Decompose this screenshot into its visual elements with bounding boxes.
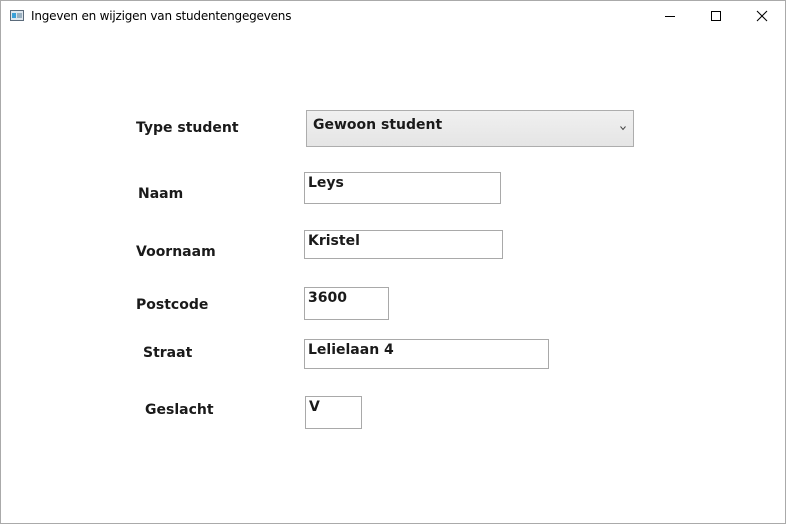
postcode-label: Postcode [136, 297, 209, 313]
voornaam-field[interactable]: Kristel [304, 230, 503, 259]
close-icon [756, 10, 768, 22]
naam-label: Naam [138, 186, 184, 202]
main-window: Ingeven en wijzigen van studentengegeven… [0, 0, 786, 524]
straat-label: Straat [143, 345, 193, 361]
window-title: Ingeven en wijzigen van studentengegeven… [31, 9, 292, 23]
maximize-icon [711, 11, 721, 21]
type-student-label: Type student [136, 120, 239, 136]
naam-field[interactable]: Leys [304, 172, 501, 204]
minimize-button[interactable] [647, 1, 693, 32]
title-bar[interactable]: Ingeven en wijzigen van studentengegeven… [1, 1, 785, 32]
maximize-button[interactable] [693, 1, 739, 32]
postcode-field[interactable]: 3600 [304, 287, 389, 320]
straat-field[interactable]: Lelielaan 4 [304, 339, 549, 369]
chevron-down-icon [620, 126, 626, 131]
type-student-selected: Gewoon student [313, 117, 443, 133]
app-window-icon[interactable] [10, 10, 24, 21]
type-student-dropdown[interactable]: Gewoon student [306, 110, 634, 147]
voornaam-label: Voornaam [136, 244, 216, 260]
geslacht-label: Geslacht [145, 402, 214, 418]
close-button[interactable] [739, 1, 785, 32]
minimize-icon [665, 16, 675, 17]
geslacht-field[interactable]: V [305, 396, 362, 429]
